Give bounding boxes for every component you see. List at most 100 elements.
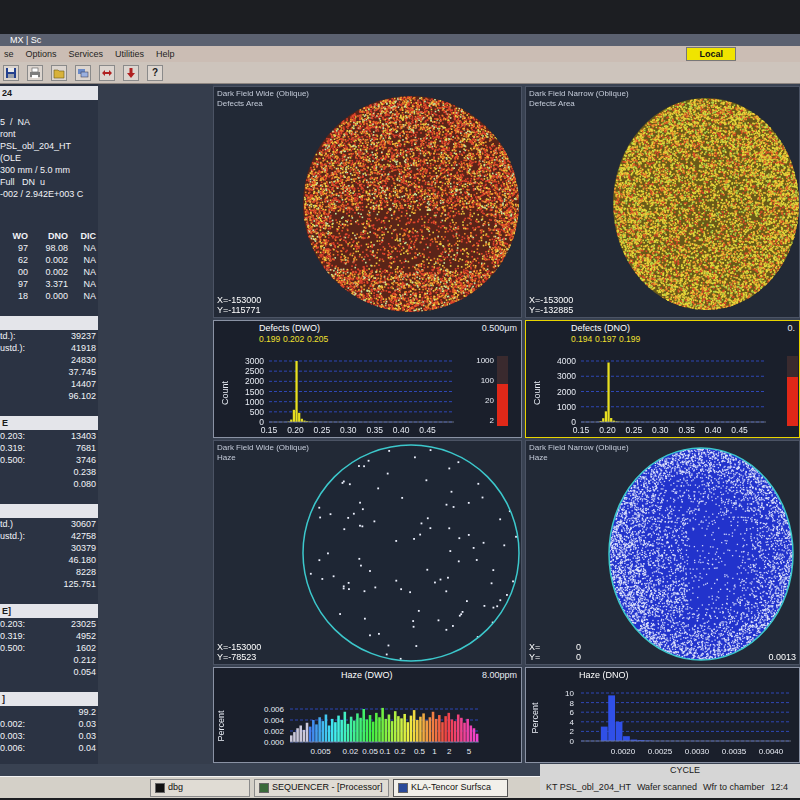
taskbar-button[interactable]: SEQUENCER - [Processor] — [254, 779, 389, 797]
stat-row: 0.319:7681 — [0, 442, 98, 454]
column-header: DNO — [30, 230, 70, 242]
axis-label: 0.30 — [652, 425, 669, 435]
stat-value: 0.238 — [73, 466, 96, 478]
haze-bar — [451, 719, 454, 742]
haze-bar — [407, 722, 410, 742]
status-line: CYCLE — [540, 764, 800, 777]
taskbar-button[interactable]: dbg — [150, 779, 250, 797]
haze-bar — [601, 727, 608, 741]
grid-line — [581, 693, 791, 694]
stat-value: 0.03 — [78, 718, 96, 730]
stat-value: 96.102 — [68, 390, 96, 402]
toolbar-button[interactable] — [123, 65, 139, 81]
summary-panel: 245 / NArontPSL_obl_204_HT(OLE300 mm / 5… — [0, 84, 98, 764]
haze-bar — [290, 735, 293, 742]
haze-bar — [385, 719, 388, 742]
status-line: KT PSL_obl_204_HTWafer scannedWfr to cha… — [540, 777, 800, 798]
haze-bar — [463, 723, 466, 742]
stat-label: 0.319: — [0, 630, 25, 642]
cursor-value: 0.194 — [571, 334, 593, 344]
down-icon — [125, 67, 137, 79]
stat-row: 0.006:0.04 — [0, 742, 98, 754]
haze-bar — [322, 721, 325, 742]
x-axis — [581, 422, 766, 423]
clock: 12:4 — [771, 781, 789, 795]
menu-item[interactable]: se — [4, 46, 14, 62]
haze-bar — [303, 730, 306, 742]
stat-row: 46.180 — [0, 554, 98, 566]
histogram-chart: Defects (DNO)0.1940.1970.1990.Count40003… — [526, 321, 799, 437]
stat-label: 0.002: — [0, 718, 25, 730]
axis-label: 0.000 — [264, 738, 285, 747]
stat-row: 99.2 — [0, 706, 98, 718]
toolbar-button[interactable] — [3, 65, 19, 81]
wafer-map[interactable] — [526, 87, 799, 317]
histogram-panel[interactable]: Defects (DWO)0.1990.2020.2050.500μmCount… — [213, 320, 522, 438]
haze-bar — [334, 722, 337, 742]
size-threshold: 0. — [787, 323, 795, 333]
map-subtitle: Defects Area — [217, 99, 263, 109]
menu-item[interactable]: Options — [26, 46, 57, 62]
stat-label: 0.500: — [0, 454, 25, 466]
toolbar-button[interactable] — [51, 65, 67, 81]
table-cell: NA — [70, 242, 98, 254]
histogram-bar — [301, 419, 303, 422]
wafer-map[interactable] — [526, 441, 799, 664]
stat-label: ustd.): — [0, 530, 25, 542]
axis-label: 2 — [490, 416, 495, 425]
axis-label: 0.1 — [379, 747, 391, 756]
haze-bar — [359, 718, 362, 742]
wafer-map[interactable] — [214, 441, 521, 664]
haze-bar — [400, 718, 403, 742]
haze-bar — [337, 716, 340, 742]
monitor-bezel — [0, 0, 800, 34]
stat-value: 0.054 — [73, 666, 96, 678]
haze-histogram-panel: Haze (DNO)Percent10864200.00200.00250.00… — [525, 667, 800, 763]
stat-row: ustd.):42758 — [0, 530, 98, 542]
histogram-chart: Defects (DWO)0.1990.2020.2050.500μmCount… — [214, 321, 521, 437]
stat-label: 0.203: — [0, 430, 25, 442]
axis-label: 0.2 — [394, 747, 406, 756]
x-value: 0 — [576, 642, 581, 652]
haze-bar — [331, 719, 334, 742]
map-title: Dark Field Narrow (Oblique) — [529, 89, 629, 99]
axis-label: 0.40 — [705, 425, 722, 435]
toolbar-button[interactable] — [27, 65, 43, 81]
wafer-map[interactable] — [214, 87, 521, 317]
axis-label: 0.02 — [343, 747, 359, 756]
toolbar-button[interactable] — [99, 65, 115, 81]
axis-label: 0.25 — [626, 425, 643, 435]
histogram-bar — [605, 411, 607, 422]
haze-bar — [306, 723, 309, 742]
menu-item[interactable]: Utilities — [115, 46, 144, 62]
stat-value: 0.03 — [78, 730, 96, 742]
x-coordinate: X=-153000 — [217, 642, 261, 652]
y-coordinate: Y=-115771 — [217, 305, 261, 315]
menu-item[interactable]: Services — [69, 46, 104, 62]
taskbar-zone: dbgSEQUENCER - [Processor]KLA-Tencor Sur… — [0, 764, 540, 798]
help-button[interactable]: ? — [147, 65, 163, 81]
x-axis — [269, 422, 454, 423]
save-icon — [5, 67, 17, 79]
map-title: Dark Field Wide (Oblique) — [217, 89, 309, 99]
x-coordinate: X=-153000 — [217, 295, 261, 305]
haze-bar — [410, 716, 413, 742]
toolbar: ? — [0, 62, 800, 84]
axis-label: 500 — [250, 407, 264, 417]
haze-bar — [296, 728, 299, 742]
chart-title: Defects (DWO) — [259, 323, 320, 333]
window-title: MX | Sc — [0, 34, 800, 46]
table-cell: 0.000 — [30, 290, 70, 302]
toolbar-button[interactable] — [75, 65, 91, 81]
taskbar-button[interactable]: KLA-Tencor Surfsca — [393, 779, 508, 797]
menu-item[interactable]: Help — [156, 46, 175, 62]
stat-row: 0.054 — [0, 666, 98, 678]
histogram-panel[interactable]: Defects (DNO)0.1940.1970.1990.Count40003… — [525, 320, 800, 438]
section-header — [0, 504, 98, 518]
map-subtitle: Haze — [529, 453, 548, 463]
haze-bar — [391, 721, 394, 742]
axis-label: 20 — [485, 396, 494, 405]
haze-bar — [429, 717, 432, 742]
app-icon — [259, 783, 269, 793]
histogram-bar — [295, 361, 297, 422]
